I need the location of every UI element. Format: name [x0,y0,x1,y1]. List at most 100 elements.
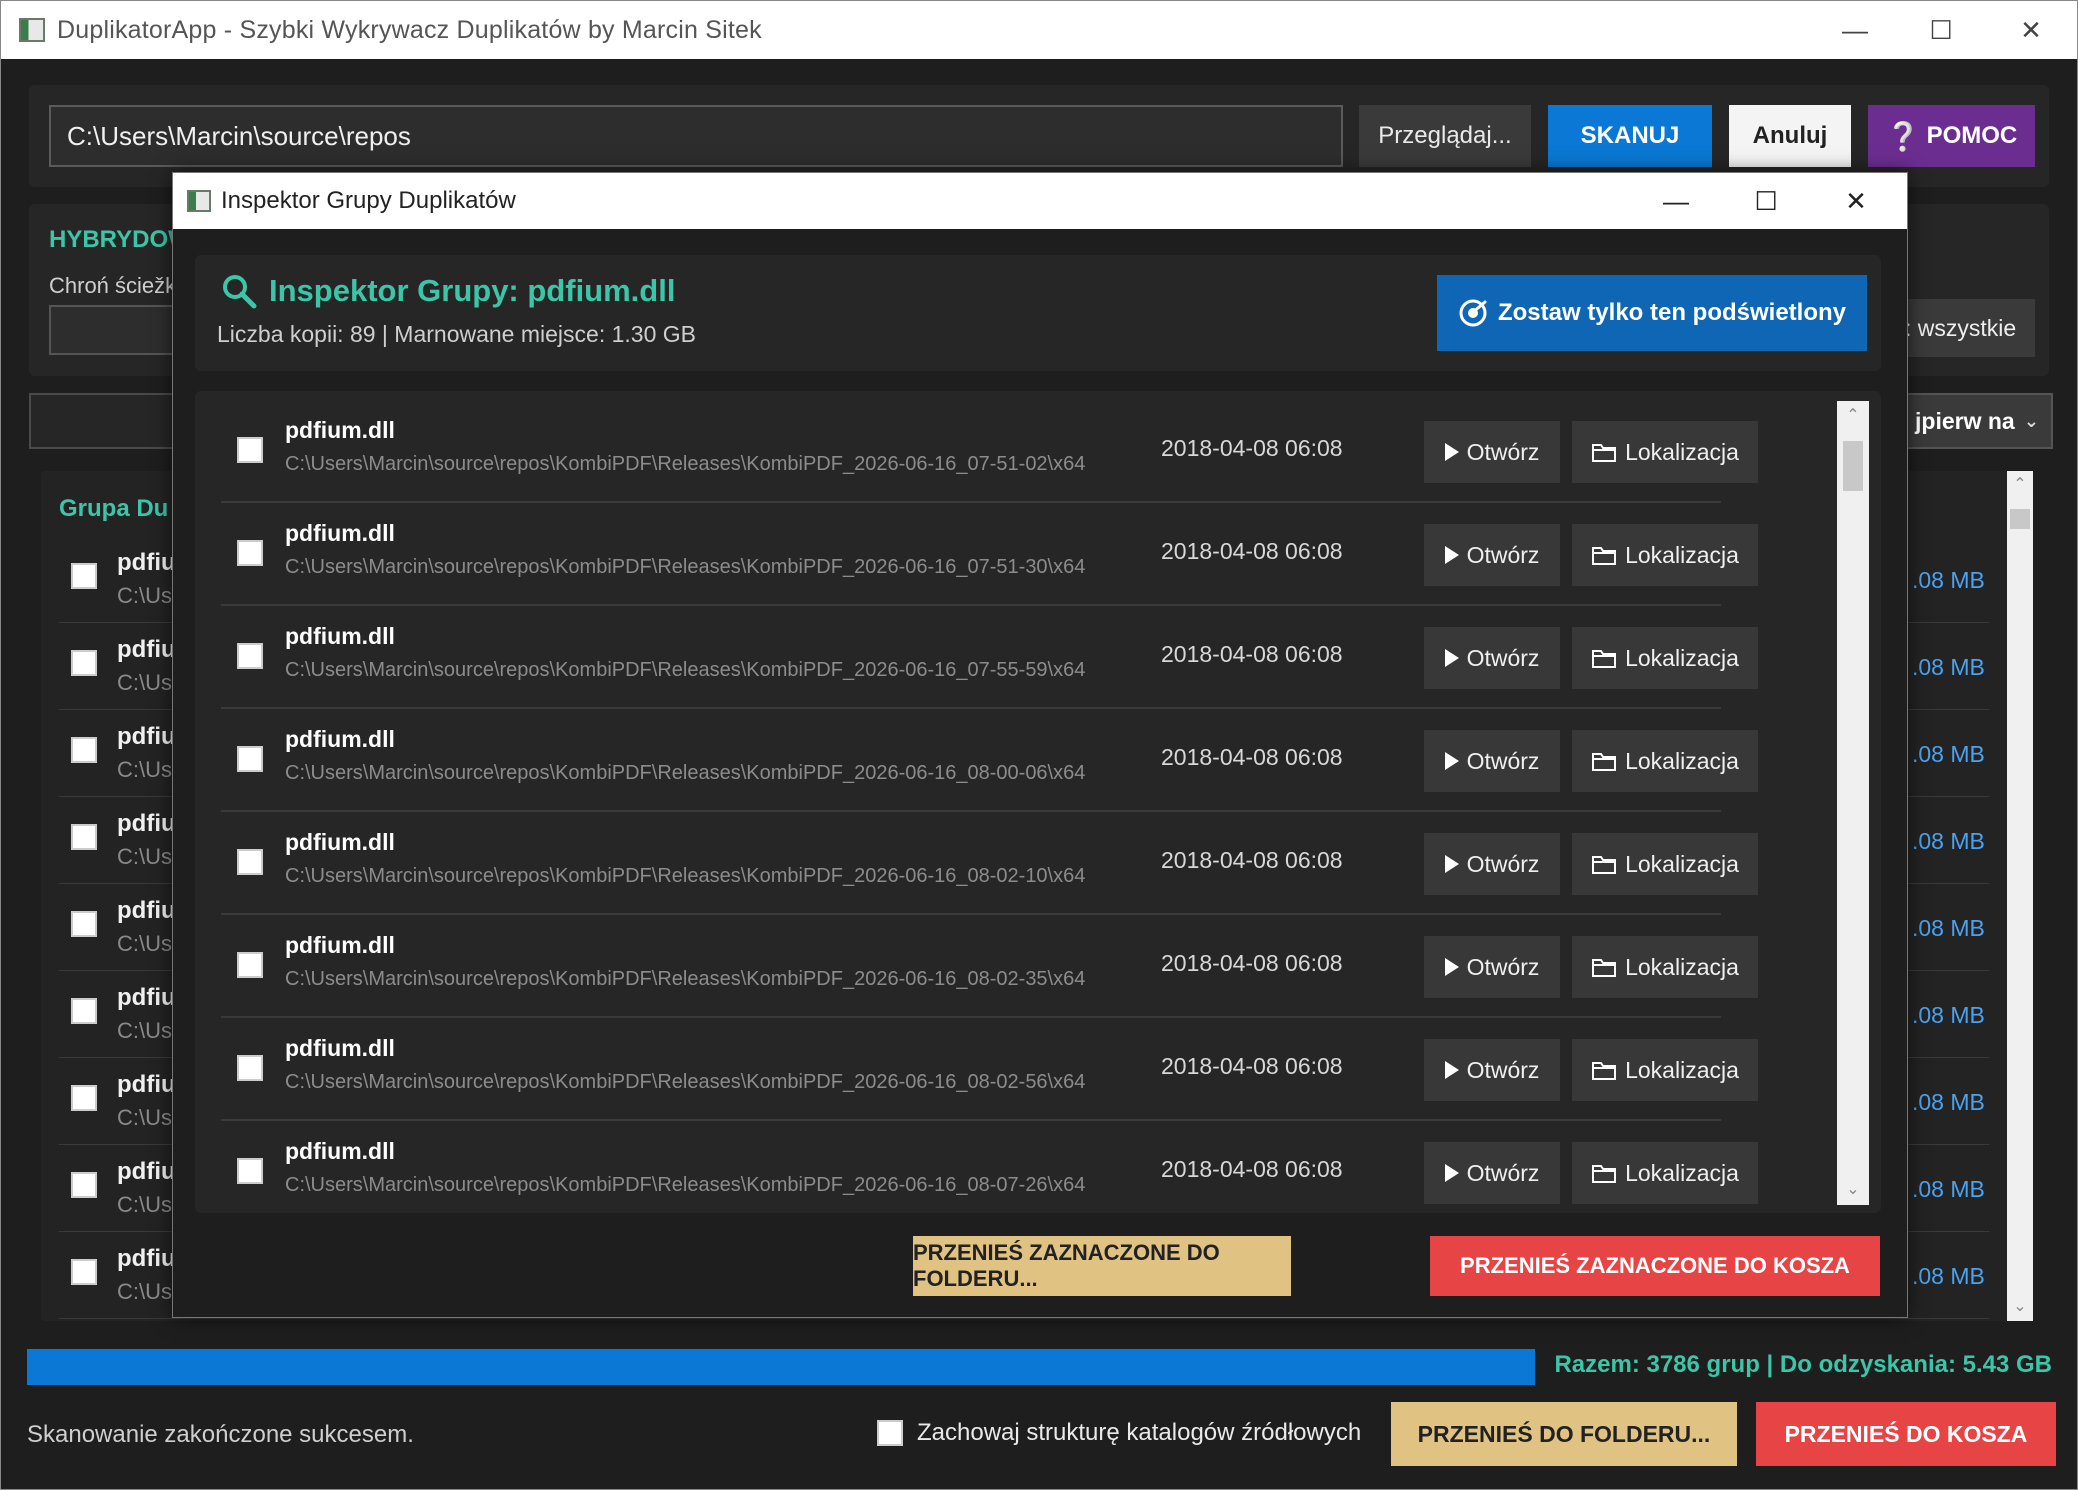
open-button[interactable]: Otwórz [1424,936,1560,998]
row-checkbox[interactable] [237,643,263,669]
open-label: Otwórz [1466,1056,1540,1083]
open-button[interactable]: Otwórz [1424,1039,1560,1101]
locate-button[interactable]: Lokalizacja [1572,1039,1758,1101]
open-button[interactable]: Otwórz [1424,421,1560,483]
locate-button[interactable]: Lokalizacja [1572,730,1758,792]
open-label: Otwórz [1466,644,1540,671]
checkbox-box[interactable] [877,1420,903,1446]
locate-button[interactable]: Lokalizacja [1572,524,1758,586]
file-size: .08 MB [1912,1002,1985,1028]
file-path: C:\Users\Marcin\source\repos\KombiPDF\Re… [285,1071,1086,1093]
file-name: pdfium.dll [285,520,395,546]
table-row[interactable]: pdfium.dll C:\Users\Marcin\source\repos\K… [221,504,1758,606]
open-label: Otwórz [1466,747,1540,774]
row-checkbox[interactable] [71,824,97,850]
locate-button[interactable]: Lokalizacja [1572,833,1758,895]
row-checkbox[interactable] [71,737,97,763]
browse-button[interactable]: Przeglądaj... [1359,105,1531,167]
open-label: Otwórz [1466,850,1540,877]
row-checkbox[interactable] [237,1158,263,1184]
row-checkbox[interactable] [237,540,263,566]
row-checkbox[interactable] [71,911,97,937]
app-icon [19,18,45,42]
close-icon[interactable]: ✕ [1811,173,1901,229]
open-button[interactable]: Otwórz [1424,524,1560,586]
table-row[interactable]: pdfium.dll C:\Users\Marcin\source\repos\K… [221,1019,1758,1121]
row-checkbox[interactable] [237,849,263,875]
move-selected-to-folder-button[interactable]: PRZENIEŚ ZAZNACZONE DO FOLDERU... [913,1236,1291,1296]
open-button[interactable]: Otwórz [1424,1142,1560,1204]
file-size: .08 MB [1912,741,1985,767]
move-to-trash-button[interactable]: PRZENIEŚ DO KOSZA [1756,1402,2056,1466]
locate-button[interactable]: Lokalizacja [1572,627,1758,689]
keep-structure-checkbox[interactable]: Zachowaj strukturę katalogów źródłowych [877,1419,1361,1447]
row-checkbox[interactable] [71,563,97,589]
table-row[interactable]: pdfium.dll C:\Users\Marcin\source\repos\K… [221,1122,1758,1213]
file-list-scrollbar[interactable]: ⌃ ⌄ [1837,401,1869,1205]
file-name: pdfiu [117,1071,176,1098]
locate-button[interactable]: Lokalizacja [1572,1142,1758,1204]
play-icon [1444,752,1459,770]
cancel-button[interactable]: Anuluj [1729,105,1851,167]
locate-label: Lokalizacja [1625,1159,1739,1186]
scroll-thumb[interactable] [1843,441,1863,491]
locate-button[interactable]: Lokalizacja [1572,936,1758,998]
keep-highlighted-button[interactable]: Zostaw tylko ten podświetlony [1437,275,1867,351]
row-checkbox[interactable] [71,1259,97,1285]
row-checkbox[interactable] [71,1085,97,1111]
scroll-up-icon[interactable]: ⌃ [2007,471,2033,499]
scroll-thumb[interactable] [2010,509,2030,529]
table-row[interactable]: pdfium.dll C:\Users\Marcin\source\repos\K… [221,401,1758,503]
folder-icon [1592,547,1617,565]
row-checkbox[interactable] [71,650,97,676]
duplicate-file-list: pdfium.dll C:\Users\Marcin\source\repos\K… [195,391,1881,1213]
file-name: pdfiu [117,636,176,663]
file-path: C:\Users\Marcin\source\repos\KombiPDF\Re… [285,659,1086,681]
locate-button[interactable]: Lokalizacja [1572,421,1758,483]
open-button[interactable]: Otwórz [1424,627,1560,689]
file-name: pdfiu [117,1158,176,1185]
locate-label: Lokalizacja [1625,850,1739,877]
close-icon[interactable]: ✕ [1985,1,2077,59]
row-checkbox[interactable] [237,437,263,463]
row-checkbox[interactable] [237,1055,263,1081]
group-list-scrollbar[interactable]: ⌃ ⌄ [2007,471,2033,1321]
play-icon [1444,443,1459,461]
dialog-stats: Liczba kopii: 89 | Marnowane miejsce: 1.… [217,321,696,347]
table-row[interactable]: pdfium.dll C:\Users\Marcin\source\repos\K… [221,710,1758,812]
file-path: C:\Users\Marcin\source\repos\KombiPDF\Re… [285,556,1086,578]
play-icon [1444,1061,1459,1079]
file-name: pdfium.dll [285,932,395,958]
folder-icon [1592,444,1617,462]
maximize-icon[interactable]: ☐ [1721,173,1811,229]
filter-input[interactable] [29,393,189,449]
minimize-icon[interactable]: — [1631,173,1721,229]
row-checkbox[interactable] [237,952,263,978]
open-button[interactable]: Otwórz [1424,730,1560,792]
row-checkbox[interactable] [71,1172,97,1198]
open-button[interactable]: Otwórz [1424,833,1560,895]
help-button[interactable]: ❔ POMOC [1868,105,2035,167]
scroll-down-icon[interactable]: ⌄ [1837,1175,1869,1205]
move-to-folder-button[interactable]: PRZENIEŚ DO FOLDERU... [1391,1402,1737,1466]
dialog-heading: Inspektor Grupy: pdfium.dll [221,273,675,309]
hybrid-subtitle: Chroń ściežk [49,273,177,298]
path-input[interactable]: C:\Users\Marcin\source\repos [49,105,1343,167]
table-row[interactable]: pdfium.dll C:\Users\Marcin\source\repos\K… [221,813,1758,915]
file-name: pdfium.dll [285,829,395,855]
file-size: .08 MB [1912,1263,1985,1289]
play-icon [1444,958,1459,976]
row-checkbox[interactable] [237,746,263,772]
move-selected-to-trash-button[interactable]: PRZENIEŚ ZAZNACZONE DO KOSZA [1430,1236,1880,1296]
maximize-icon[interactable]: ☐ [1895,1,1987,59]
folder-icon [1592,1062,1617,1080]
scan-button[interactable]: SKANUJ [1548,105,1712,167]
table-row[interactable]: pdfium.dll C:\Users\Marcin\source\repos\K… [221,607,1758,709]
scroll-down-icon[interactable]: ⌄ [2007,1293,2033,1321]
row-checkbox[interactable] [71,998,97,1024]
main-titlebar: DuplikatorApp - Szybki Wykrywacz Duplika… [1,1,2077,59]
table-row[interactable]: pdfium.dll C:\Users\Marcin\source\repos\K… [221,916,1758,1018]
scroll-up-icon[interactable]: ⌃ [1837,401,1869,431]
locate-label: Lokalizacja [1625,541,1739,568]
minimize-icon[interactable]: — [1809,1,1901,59]
